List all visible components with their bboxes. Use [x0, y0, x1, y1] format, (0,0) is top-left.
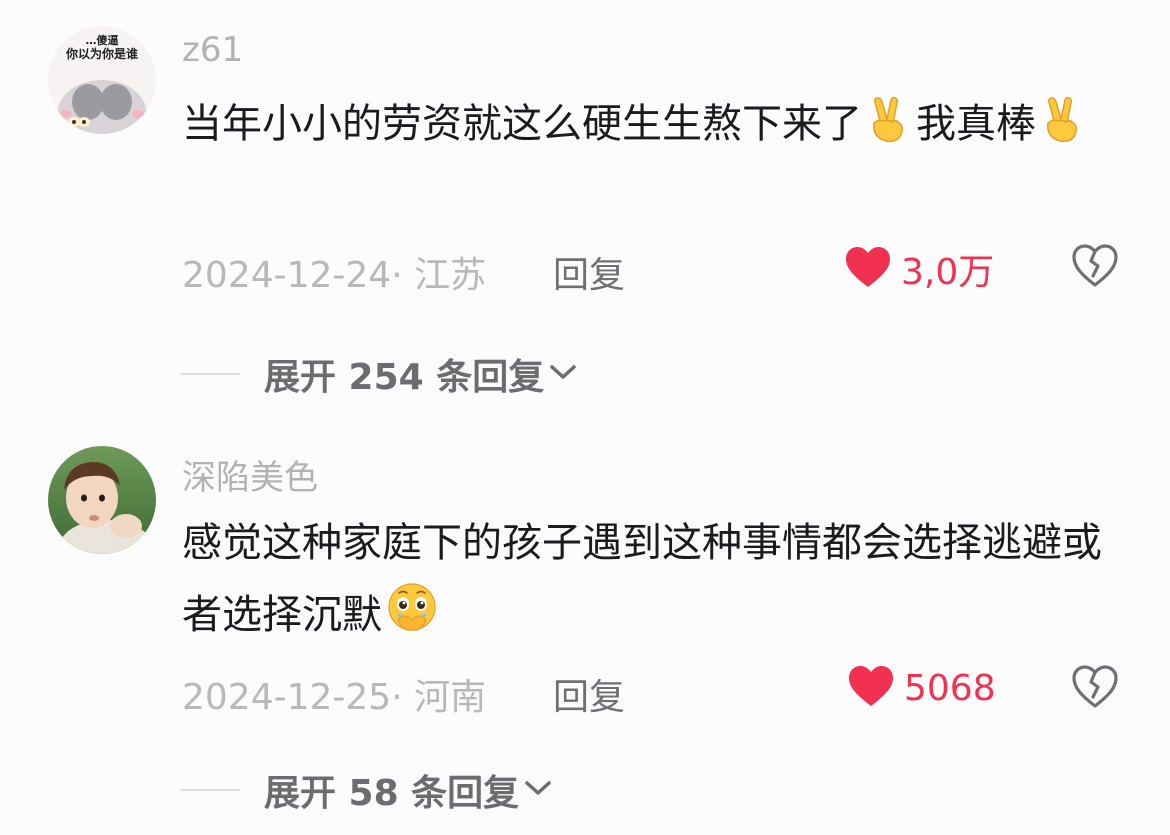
expand-replies-label: 展开 58 条回复 [264, 773, 520, 814]
victory-hand-icon [1040, 94, 1086, 166]
face-holding-back-tears-icon [386, 582, 438, 657]
dislike-button[interactable] [1072, 665, 1118, 713]
broken-heart-outline-icon [1072, 244, 1118, 292]
comment-text-part: 感觉这种家庭下的孩子遇到这种事情都会选择逃避或者选择沉默 [182, 520, 1102, 638]
expand-replies-button[interactable]: 展开 254 条回复 [180, 348, 578, 400]
victory-hand-icon [866, 94, 912, 166]
like-count: 5068 [904, 667, 996, 709]
divider-line [180, 789, 240, 791]
user-avatar[interactable]: …傻逼 你以为你是谁 [48, 26, 156, 134]
avatar-caption: …傻逼 [86, 33, 119, 47]
comment-meta: 2024-12-24· 江苏 [182, 255, 487, 296]
dislike-button[interactable] [1072, 244, 1118, 292]
comment-date: 2024-12-25 [182, 677, 392, 718]
comment-text: 当年小小的劳资就这么硬生生熬下来了 我真棒 [182, 88, 1122, 166]
comment-location: 江苏 [414, 255, 487, 296]
user-avatar[interactable] [48, 446, 156, 554]
chevron-down-icon [548, 362, 578, 386]
expand-replies-label: 展开 254 条回复 [264, 357, 545, 398]
reply-button[interactable]: 回复 [553, 668, 625, 720]
like-count: 3,0万 [901, 252, 995, 293]
comment-date: 2024-12-24 [182, 255, 392, 296]
reply-button[interactable]: 回复 [553, 246, 625, 298]
divider-line [180, 373, 240, 375]
comment-meta: 2024-12-25· 河南 [182, 677, 487, 718]
avatar-caption: 你以为你是谁 [65, 46, 138, 61]
comment-location: 河南 [414, 677, 487, 718]
like-button[interactable]: 3,0万 [845, 243, 994, 295]
comment-text-part: 当年小小的劳资就这么硬生生熬下来了 [182, 101, 862, 147]
expand-replies-button[interactable]: 展开 58 条回复 [180, 764, 553, 816]
comment-text-part: 我真棒 [916, 101, 1036, 147]
chevron-down-icon [523, 778, 553, 802]
heart-filled-icon [848, 665, 894, 711]
comment-text: 感觉这种家庭下的孩子遇到这种事情都会选择逃避或者选择沉默 [182, 507, 1122, 657]
heart-filled-icon [845, 246, 891, 292]
comment-username[interactable]: z61 [182, 30, 243, 70]
like-button[interactable]: 5068 [848, 665, 996, 711]
comment-list: …傻逼 你以为你是谁 z61 当年小小的劳资就这么硬生生熬下来了 我真棒 202… [0, 0, 1170, 835]
broken-heart-outline-icon [1072, 665, 1118, 713]
comment-username[interactable]: 深陷美色 [182, 450, 318, 499]
